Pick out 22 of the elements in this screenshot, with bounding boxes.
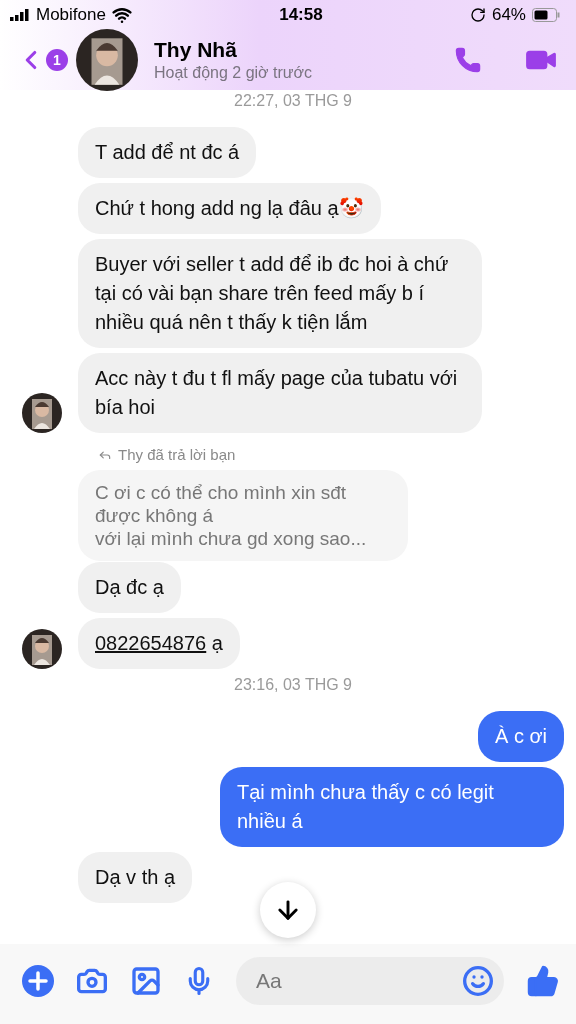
phone-link[interactable]: 0822654876	[95, 632, 207, 654]
unread-badge: 1	[46, 49, 68, 71]
message-bubble: Dạ v th ạ	[78, 852, 193, 903]
active-status: Hoạt động 2 giờ trước	[154, 64, 313, 82]
message-bubble: Dạ đc ạ	[78, 562, 181, 613]
message-bubble: Chứ t hong add ng lạ đâu ạ🤡	[78, 183, 381, 234]
message-bubble: À c ơi	[478, 711, 564, 762]
contact-name: Thy Nhã	[154, 38, 238, 62]
reply-note: Thy đã trả lời bạn	[118, 446, 236, 463]
message-field[interactable]: Aa	[236, 957, 504, 1005]
message-bubble: 0822654876 ạ	[78, 618, 240, 669]
message-bubble: Tại mình chưa thấy c có legit nhiều á	[220, 767, 564, 847]
timestamp: 22:27, 03 THG 9	[233, 92, 353, 110]
message-bubble: Acc này t đu t fl mấy page của tubatu với bía hoi	[78, 353, 482, 433]
timestamp: 23:16, 03 THG 9	[233, 676, 353, 694]
message-bubble: Buyer với seller t add để ib đc hoi à chứ tại có vài bạn share trên feed mấy b í nhiều quá nên t thấy k tiện lắm	[78, 239, 482, 348]
carrier-name: Mobifone	[36, 5, 106, 25]
message-bubble: T add để nt đc á	[78, 127, 257, 178]
battery-percent: 64%	[491, 5, 526, 25]
clock: 14:58	[279, 5, 323, 25]
quoted-message: C ơi c có thể cho mình xin sđt được không á với lại mình chưa gd xong sao...	[78, 470, 408, 561]
back-button[interactable]: 1	[16, 45, 68, 75]
